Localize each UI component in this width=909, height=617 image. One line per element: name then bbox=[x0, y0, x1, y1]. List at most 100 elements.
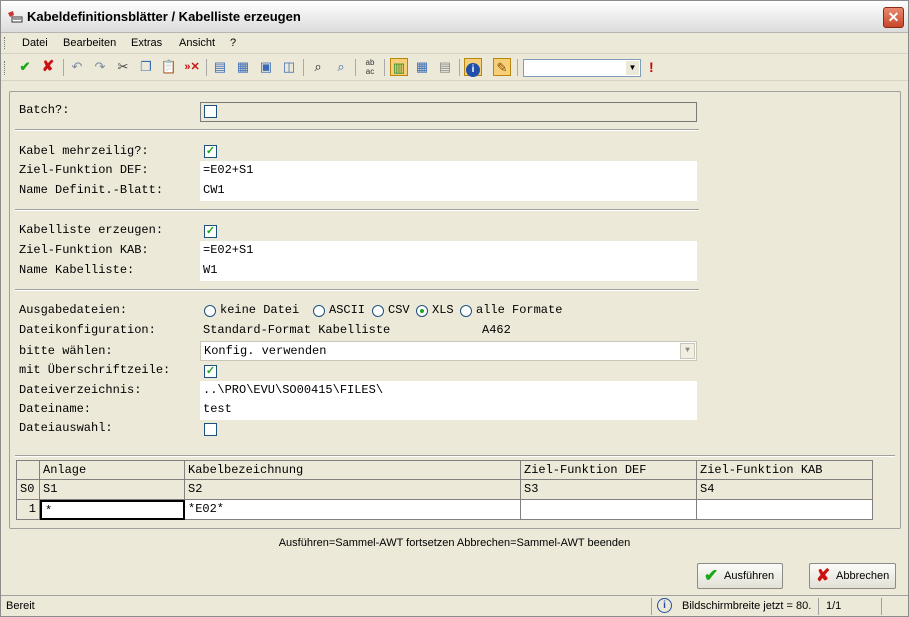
cancel-icon[interactable]: ✘ bbox=[39, 58, 57, 76]
file-select-label: Dateiauswahl: bbox=[19, 421, 113, 435]
cell-ziel-kab[interactable] bbox=[697, 500, 873, 520]
cell-kabelbezeichnung[interactable]: *E02* bbox=[185, 500, 521, 520]
file-config-label: Dateikonfiguration: bbox=[19, 323, 156, 337]
def-sheet-name-input[interactable]: CW1 bbox=[200, 181, 697, 201]
subheader-cell: S2 bbox=[185, 480, 521, 500]
alert-icon[interactable]: ! bbox=[649, 59, 654, 75]
run-button-label: Ausführen bbox=[724, 570, 775, 582]
status-screen-width: Bildschirmbreite jetzt = 80. bbox=[682, 600, 812, 612]
directory-label: Dateiverzeichnis: bbox=[19, 383, 142, 397]
document-icon[interactable]: ▦ bbox=[234, 58, 252, 76]
toolbar-combo[interactable]: ▼ bbox=[523, 59, 641, 77]
target-def-input[interactable]: =E02+S1 bbox=[200, 161, 697, 181]
file-config-value: Standard-Format Kabelliste bbox=[203, 323, 391, 337]
file-select-checkbox[interactable] bbox=[204, 423, 217, 436]
confirm-icon[interactable]: ✔ bbox=[16, 58, 34, 76]
find-next-icon[interactable]: ⌕ bbox=[332, 58, 350, 76]
cell-anlage[interactable]: * bbox=[40, 500, 185, 520]
col-header-kabelbezeichnung[interactable]: Kabelbezeichnung bbox=[185, 460, 521, 480]
menu-extras[interactable]: Extras bbox=[131, 37, 162, 49]
menu-ansicht[interactable]: Ansicht bbox=[179, 37, 215, 49]
toolbar: ✔ ✘ ↶ ↷ ✂ ❐ 📋 »✕ ▤ ▦ ▣ ◫ ⌕ ⌕ ab ac ▥ ▦ ▤ … bbox=[1, 55, 908, 81]
radio-ascii[interactable] bbox=[313, 305, 325, 317]
divider bbox=[15, 289, 699, 291]
target-kab-label: Ziel-Funktion KAB: bbox=[19, 243, 149, 257]
chevron-down-icon[interactable]: ▼ bbox=[680, 343, 695, 359]
radio-all-label[interactable]: alle Formate bbox=[476, 303, 562, 317]
pen-icon[interactable]: ✎ bbox=[493, 58, 511, 76]
status-page: 1/1 bbox=[826, 600, 842, 612]
close-button[interactable]: ✕ bbox=[883, 7, 904, 28]
radio-csv[interactable] bbox=[372, 305, 384, 317]
cut-icon[interactable]: ✂ bbox=[114, 58, 132, 76]
delete-icon[interactable]: »✕ bbox=[183, 58, 201, 76]
paste-icon[interactable]: 📋 bbox=[160, 58, 178, 76]
multiline-checkbox[interactable]: ✓ bbox=[204, 145, 217, 158]
properties-icon[interactable]: ▤ bbox=[211, 58, 229, 76]
toolbar-separator bbox=[384, 59, 385, 76]
copy-icon[interactable]: ❐ bbox=[137, 58, 155, 76]
directory-input[interactable]: ..\PRO\EVU\SO00415\FILES\ bbox=[200, 381, 697, 401]
main-window: Kabeldefinitionsblätter / Kabelliste erz… bbox=[0, 0, 909, 617]
radio-xls-label[interactable]: XLS bbox=[432, 303, 454, 317]
batch-field bbox=[200, 102, 697, 122]
divider bbox=[15, 129, 699, 131]
redo-icon[interactable]: ↷ bbox=[91, 58, 109, 76]
list-view-icon[interactable]: ▤ bbox=[436, 58, 454, 76]
choose-label: bitte wählen: bbox=[19, 344, 113, 358]
checkmark-icon: ✔ bbox=[704, 566, 719, 585]
header-row-checkbox[interactable]: ✓ bbox=[204, 365, 217, 378]
cell-ziel-def[interactable] bbox=[521, 500, 697, 520]
table-view-icon[interactable]: ▦ bbox=[413, 58, 431, 76]
radio-xls[interactable] bbox=[416, 305, 428, 317]
filename-label: Dateiname: bbox=[19, 402, 92, 416]
preview-icon[interactable]: ▣ bbox=[257, 58, 275, 76]
create-list-checkbox[interactable]: ✓ bbox=[204, 225, 217, 238]
toolbar-separator bbox=[63, 59, 64, 76]
list-name-input[interactable]: W1 bbox=[200, 261, 697, 281]
config-select[interactable]: Konfig. verwenden ▼ bbox=[200, 341, 697, 361]
run-button[interactable]: ✔ Ausführen bbox=[697, 563, 783, 589]
subheader-cell: S3 bbox=[521, 480, 697, 500]
batch-checkbox[interactable] bbox=[204, 105, 217, 118]
toolbar-grip bbox=[4, 61, 7, 75]
toolbar-separator bbox=[206, 59, 207, 76]
toolbar-separator bbox=[303, 59, 304, 76]
col-header-ziel-kab[interactable]: Ziel-Funktion KAB bbox=[697, 460, 873, 480]
chevron-down-icon[interactable]: ▼ bbox=[626, 61, 639, 75]
subheader-cell: S0 bbox=[16, 480, 40, 500]
filename-input[interactable]: test bbox=[200, 400, 697, 420]
app-icon bbox=[8, 11, 23, 23]
status-state: Bereit bbox=[6, 600, 35, 612]
info-icon: i bbox=[657, 598, 672, 613]
menu-bearbeiten[interactable]: Bearbeiten bbox=[63, 37, 116, 49]
radio-all[interactable] bbox=[460, 305, 472, 317]
divider bbox=[15, 209, 699, 211]
window-icon[interactable]: ◫ bbox=[280, 58, 298, 76]
cancel-button[interactable]: ✘ Abbrechen bbox=[809, 563, 896, 589]
menu-help[interactable]: ? bbox=[230, 37, 236, 49]
toolbar-separator bbox=[355, 59, 356, 76]
form-view-icon[interactable]: ▥ bbox=[390, 58, 408, 76]
batch-label: Batch?: bbox=[19, 103, 70, 117]
status-separator bbox=[881, 598, 882, 615]
status-separator bbox=[818, 598, 819, 615]
target-kab-input[interactable]: =E02+S1 bbox=[200, 241, 697, 261]
radio-none-label[interactable]: keine Datei bbox=[220, 303, 299, 317]
def-sheet-name-label: Name Definit.-Blatt: bbox=[19, 183, 164, 197]
undo-icon[interactable]: ↶ bbox=[68, 58, 86, 76]
find-icon[interactable]: ⌕ bbox=[309, 58, 327, 76]
replace-icon[interactable]: ab ac bbox=[361, 58, 379, 76]
radio-ascii-label[interactable]: ASCII bbox=[329, 303, 365, 317]
config-select-value: Konfig. verwenden bbox=[204, 344, 327, 358]
radio-none[interactable] bbox=[204, 305, 216, 317]
create-list-label: Kabelliste erzeugen: bbox=[19, 223, 164, 237]
list-name-label: Name Kabelliste: bbox=[19, 263, 135, 277]
col-header-anlage[interactable]: Anlage bbox=[40, 460, 185, 480]
col-header-ziel-def[interactable]: Ziel-Funktion DEF bbox=[521, 460, 697, 480]
info-icon[interactable]: i bbox=[464, 58, 482, 77]
file-config-code: A462 bbox=[482, 323, 511, 337]
target-def-label: Ziel-Funktion DEF: bbox=[19, 163, 149, 177]
menu-datei[interactable]: Datei bbox=[22, 37, 48, 49]
radio-csv-label[interactable]: CSV bbox=[388, 303, 410, 317]
